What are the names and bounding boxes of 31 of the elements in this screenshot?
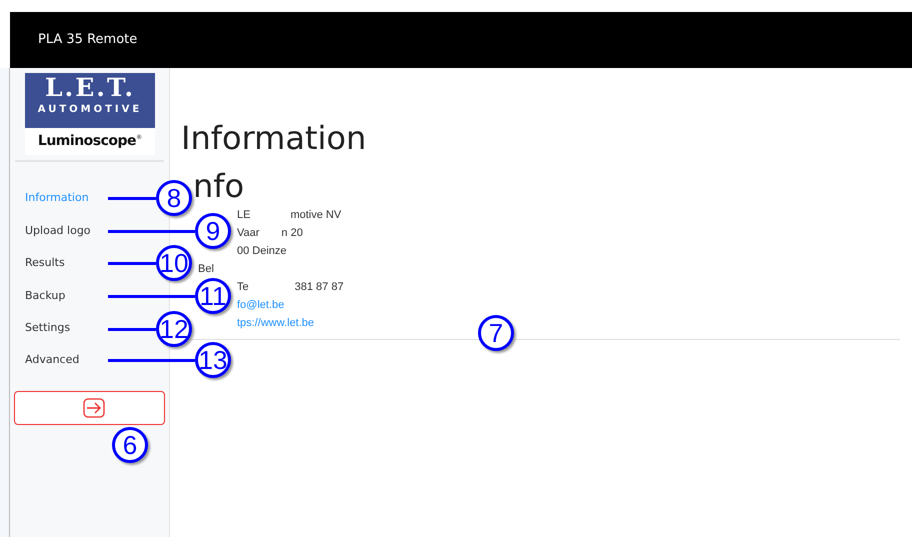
address-text: motive NV: [290, 208, 342, 222]
callout-marker: 7: [478, 315, 514, 351]
leader-line: [108, 328, 156, 331]
logo-tagline: AUTOMOTIVE: [38, 103, 142, 117]
nav-link[interactable]: Upload logo: [25, 222, 91, 240]
callout-marker: 10: [156, 245, 192, 282]
address-text: 381 87 87: [294, 280, 344, 294]
callout-marker: 8: [156, 180, 192, 216]
logout-button[interactable]: [14, 390, 165, 425]
callout-marker: 12: [156, 310, 192, 347]
logo-brand: L.E.T.: [44, 73, 136, 103]
nav-link[interactable]: Backup: [25, 288, 66, 304]
nav-link[interactable]: Results: [25, 255, 65, 272]
address-text: LE: [237, 208, 250, 222]
address-text: 00 Deinze: [237, 244, 287, 258]
callout-marker: 9: [195, 212, 231, 249]
product-name: Luminoscope: [38, 132, 136, 151]
logout-icon: [82, 398, 104, 418]
callout-marker: 11: [195, 278, 231, 314]
leader-line: [108, 262, 156, 266]
address-text: Vaar: [237, 226, 260, 240]
app-title: PLA 35 Remote: [38, 31, 138, 50]
nav-link[interactable]: Advanced: [25, 352, 80, 368]
address-text: n 20: [281, 226, 303, 240]
nav-link[interactable]: Settings: [25, 320, 70, 337]
address-text: Te: [237, 280, 249, 294]
leader-line: [108, 197, 156, 200]
section-title: nfo: [193, 168, 246, 204]
callout-marker: 13: [195, 342, 231, 378]
address-text: Bel: [198, 262, 214, 276]
page-title: Information: [181, 118, 368, 158]
